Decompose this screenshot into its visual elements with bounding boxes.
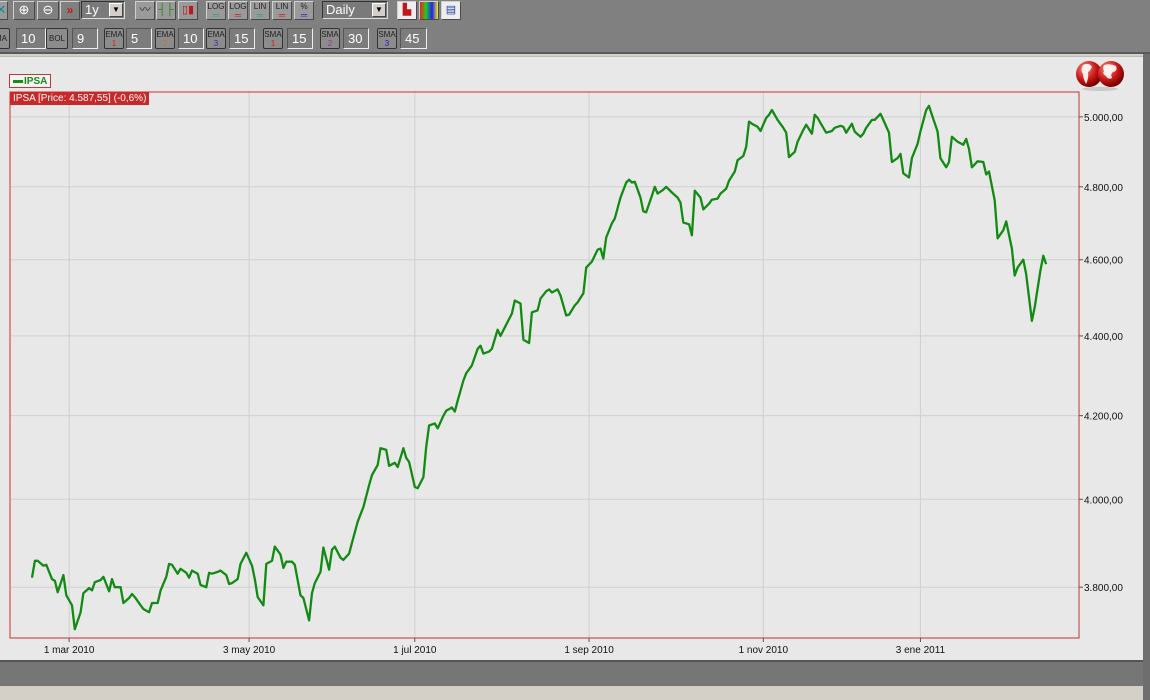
legend-swatch [13,79,23,83]
y-tick-label: 4.400,00 [1084,332,1123,343]
plot-frame [9,91,1080,639]
x-tick-label: 3 may 2010 [223,645,276,656]
price-chart[interactable]: 3.800,00 4.000,00 4.200,00 4.400,00 4.600,00… [0,0,1150,700]
y-tick-label: 4.600,00 [1084,256,1123,267]
y-tick-label: 4.800,00 [1084,183,1123,194]
x-tick-label: 1 sep 2010 [564,645,614,656]
y-tick-label: 4.000,00 [1084,495,1123,506]
x-tick-label: 1 mar 2010 [44,645,95,656]
series-line-ipsa[interactable] [30,104,1048,631]
price-tag: IPSA [Price: 4.587,55] (-0,6%) [10,92,150,105]
y-tick-label: 3.800,00 [1084,583,1123,594]
globe-logo-icon [1076,61,1124,91]
y-tick-label: 4.200,00 [1084,412,1123,423]
x-tick-label: 3 ene 2011 [896,645,946,656]
legend-label: IPSA [24,76,48,87]
x-tick-label: 1 nov 2010 [739,645,789,656]
legend-ipsa[interactable]: IPSA [9,74,52,88]
x-tick-label: 1 jul 2010 [393,645,437,656]
y-tick-label: 5.000,00 [1084,113,1123,124]
